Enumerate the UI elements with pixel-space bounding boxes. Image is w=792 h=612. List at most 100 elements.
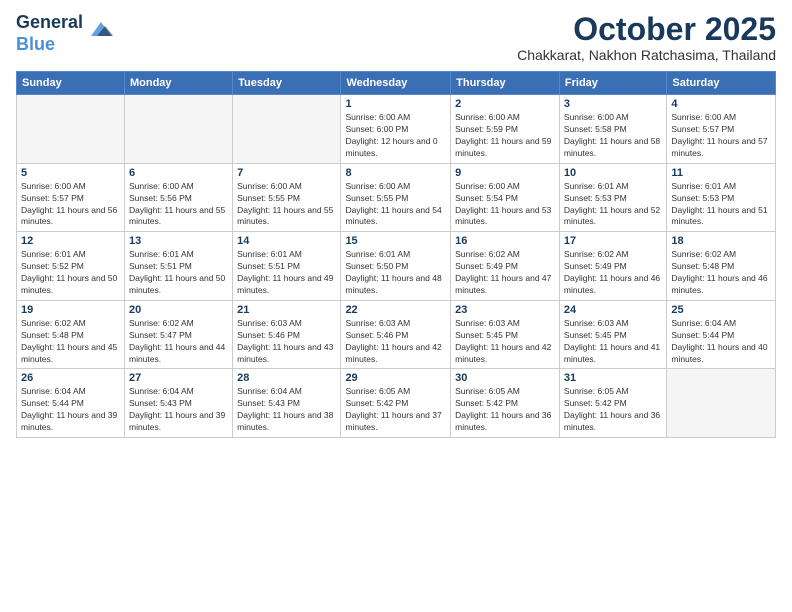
day-info: Sunrise: 6:05 AMSunset: 5:42 PMDaylight:… <box>345 386 446 434</box>
weekday-header-saturday: Saturday <box>667 72 776 95</box>
day-number: 24 <box>564 304 662 316</box>
day-number: 14 <box>237 235 336 247</box>
calendar-cell: 16 Sunrise: 6:02 AMSunset: 5:49 PMDayligh… <box>451 232 560 301</box>
calendar-week-4: 19 Sunrise: 6:02 AMSunset: 5:48 PMDayligh… <box>17 300 776 369</box>
location-subtitle: Chakkarat, Nakhon Ratchasima, Thailand <box>517 47 776 63</box>
calendar-cell: 31 Sunrise: 6:05 AMSunset: 5:42 PMDayligh… <box>559 369 666 438</box>
logo: General Blue <box>16 12 115 55</box>
logo-icon <box>87 18 115 40</box>
day-info: Sunrise: 6:00 AMSunset: 6:00 PMDaylight:… <box>345 112 446 160</box>
day-info: Sunrise: 6:01 AMSunset: 5:50 PMDaylight:… <box>345 249 446 297</box>
day-number: 31 <box>564 372 662 384</box>
day-info: Sunrise: 6:05 AMSunset: 5:42 PMDaylight:… <box>455 386 555 434</box>
weekday-header-sunday: Sunday <box>17 72 125 95</box>
day-info: Sunrise: 6:00 AMSunset: 5:55 PMDaylight:… <box>237 181 336 229</box>
calendar-table: SundayMondayTuesdayWednesdayThursdayFrid… <box>16 71 776 438</box>
calendar-cell <box>124 95 232 164</box>
calendar-cell: 2 Sunrise: 6:00 AMSunset: 5:59 PMDaylight… <box>451 95 560 164</box>
calendar-cell: 6 Sunrise: 6:00 AMSunset: 5:56 PMDaylight… <box>124 163 232 232</box>
calendar-cell: 28Sunrise: 6:04 AMSunset: 5:43 PMDayligh… <box>233 369 341 438</box>
day-info: Sunrise: 6:00 AMSunset: 5:56 PMDaylight:… <box>129 181 228 229</box>
day-number: 10 <box>564 167 662 179</box>
calendar-cell: 22Sunrise: 6:03 AMSunset: 5:46 PMDayligh… <box>341 300 451 369</box>
calendar-cell: 25Sunrise: 6:04 AMSunset: 5:44 PMDayligh… <box>667 300 776 369</box>
weekday-header-tuesday: Tuesday <box>233 72 341 95</box>
day-info: Sunrise: 6:02 AMSunset: 5:48 PMDaylight:… <box>671 249 771 297</box>
calendar-cell: 11 Sunrise: 6:01 AMSunset: 5:53 PMDayligh… <box>667 163 776 232</box>
day-number: 29 <box>345 372 446 384</box>
day-number: 4 <box>671 98 771 110</box>
calendar-cell <box>233 95 341 164</box>
calendar-cell: 26 Sunrise: 6:04 AMSunset: 5:44 PMDayligh… <box>17 369 125 438</box>
day-number: 13 <box>129 235 228 247</box>
calendar-cell <box>667 369 776 438</box>
calendar-cell: 9 Sunrise: 6:00 AMSunset: 5:54 PMDaylight… <box>451 163 560 232</box>
day-number: 9 <box>455 167 555 179</box>
calendar-week-1: 1 Sunrise: 6:00 AMSunset: 6:00 PMDaylight… <box>17 95 776 164</box>
day-number: 2 <box>455 98 555 110</box>
day-info: Sunrise: 6:01 AMSunset: 5:53 PMDaylight:… <box>564 181 662 229</box>
calendar-cell: 19 Sunrise: 6:02 AMSunset: 5:48 PMDayligh… <box>17 300 125 369</box>
weekday-header-wednesday: Wednesday <box>341 72 451 95</box>
calendar-cell: 17Sunrise: 6:02 AMSunset: 5:49 PMDayligh… <box>559 232 666 301</box>
month-title: October 2025 <box>517 12 776 47</box>
day-number: 18 <box>671 235 771 247</box>
day-number: 11 <box>671 167 771 179</box>
day-number: 20 <box>129 304 228 316</box>
calendar-cell: 20 Sunrise: 6:02 AMSunset: 5:47 PMDayligh… <box>124 300 232 369</box>
calendar-cell: 24 Sunrise: 6:03 AMSunset: 5:45 PMDayligh… <box>559 300 666 369</box>
weekday-header-monday: Monday <box>124 72 232 95</box>
calendar-header-row: SundayMondayTuesdayWednesdayThursdayFrid… <box>17 72 776 95</box>
day-number: 6 <box>129 167 228 179</box>
day-info: Sunrise: 6:00 AMSunset: 5:57 PMDaylight:… <box>671 112 771 160</box>
day-info: Sunrise: 6:02 AMSunset: 5:48 PMDaylight:… <box>21 318 120 366</box>
day-number: 7 <box>237 167 336 179</box>
calendar-cell: 23 Sunrise: 6:03 AMSunset: 5:45 PMDayligh… <box>451 300 560 369</box>
calendar-cell: 8Sunrise: 6:00 AMSunset: 5:55 PMDaylight… <box>341 163 451 232</box>
day-info: Sunrise: 6:00 AMSunset: 5:59 PMDaylight:… <box>455 112 555 160</box>
calendar-cell: 3Sunrise: 6:00 AMSunset: 5:58 PMDaylight… <box>559 95 666 164</box>
calendar-cell: 18 Sunrise: 6:02 AMSunset: 5:48 PMDayligh… <box>667 232 776 301</box>
day-info: Sunrise: 6:00 AMSunset: 5:57 PMDaylight:… <box>21 181 120 229</box>
day-info: Sunrise: 6:01 AMSunset: 5:53 PMDaylight:… <box>671 181 771 229</box>
day-info: Sunrise: 6:03 AMSunset: 5:46 PMDaylight:… <box>345 318 446 366</box>
calendar-cell: 29 Sunrise: 6:05 AMSunset: 5:42 PMDayligh… <box>341 369 451 438</box>
calendar-cell: 15 Sunrise: 6:01 AMSunset: 5:50 PMDayligh… <box>341 232 451 301</box>
day-number: 17 <box>564 235 662 247</box>
day-info: Sunrise: 6:01 AMSunset: 5:51 PMDaylight:… <box>237 249 336 297</box>
logo-text: General Blue <box>16 12 83 55</box>
header: General Blue October 2025 Chakkarat, Nak… <box>16 12 776 63</box>
calendar-cell: 5 Sunrise: 6:00 AMSunset: 5:57 PMDaylight… <box>17 163 125 232</box>
day-number: 1 <box>345 98 446 110</box>
calendar-cell: 27Sunrise: 6:04 AMSunset: 5:43 PMDayligh… <box>124 369 232 438</box>
day-number: 3 <box>564 98 662 110</box>
day-number: 21 <box>237 304 336 316</box>
day-number: 16 <box>455 235 555 247</box>
day-number: 19 <box>21 304 120 316</box>
calendar-cell: 4 Sunrise: 6:00 AMSunset: 5:57 PMDaylight… <box>667 95 776 164</box>
day-number: 23 <box>455 304 555 316</box>
title-block: October 2025 Chakkarat, Nakhon Ratchasim… <box>517 12 776 63</box>
day-number: 25 <box>671 304 771 316</box>
day-number: 12 <box>21 235 120 247</box>
day-number: 27 <box>129 372 228 384</box>
day-number: 8 <box>345 167 446 179</box>
day-info: Sunrise: 6:02 AMSunset: 5:47 PMDaylight:… <box>129 318 228 366</box>
day-info: Sunrise: 6:03 AMSunset: 5:45 PMDaylight:… <box>455 318 555 366</box>
day-info: Sunrise: 6:02 AMSunset: 5:49 PMDaylight:… <box>455 249 555 297</box>
day-number: 26 <box>21 372 120 384</box>
day-info: Sunrise: 6:04 AMSunset: 5:44 PMDaylight:… <box>21 386 120 434</box>
calendar-cell: 13 Sunrise: 6:01 AMSunset: 5:51 PMDayligh… <box>124 232 232 301</box>
day-number: 15 <box>345 235 446 247</box>
day-info: Sunrise: 6:00 AMSunset: 5:54 PMDaylight:… <box>455 181 555 229</box>
day-number: 28 <box>237 372 336 384</box>
day-info: Sunrise: 6:03 AMSunset: 5:45 PMDaylight:… <box>564 318 662 366</box>
day-info: Sunrise: 6:01 AMSunset: 5:52 PMDaylight:… <box>21 249 120 297</box>
calendar-week-5: 26 Sunrise: 6:04 AMSunset: 5:44 PMDayligh… <box>17 369 776 438</box>
day-info: Sunrise: 6:05 AMSunset: 5:42 PMDaylight:… <box>564 386 662 434</box>
weekday-header-thursday: Thursday <box>451 72 560 95</box>
calendar-cell <box>17 95 125 164</box>
day-info: Sunrise: 6:01 AMSunset: 5:51 PMDaylight:… <box>129 249 228 297</box>
day-number: 30 <box>455 372 555 384</box>
day-number: 5 <box>21 167 120 179</box>
